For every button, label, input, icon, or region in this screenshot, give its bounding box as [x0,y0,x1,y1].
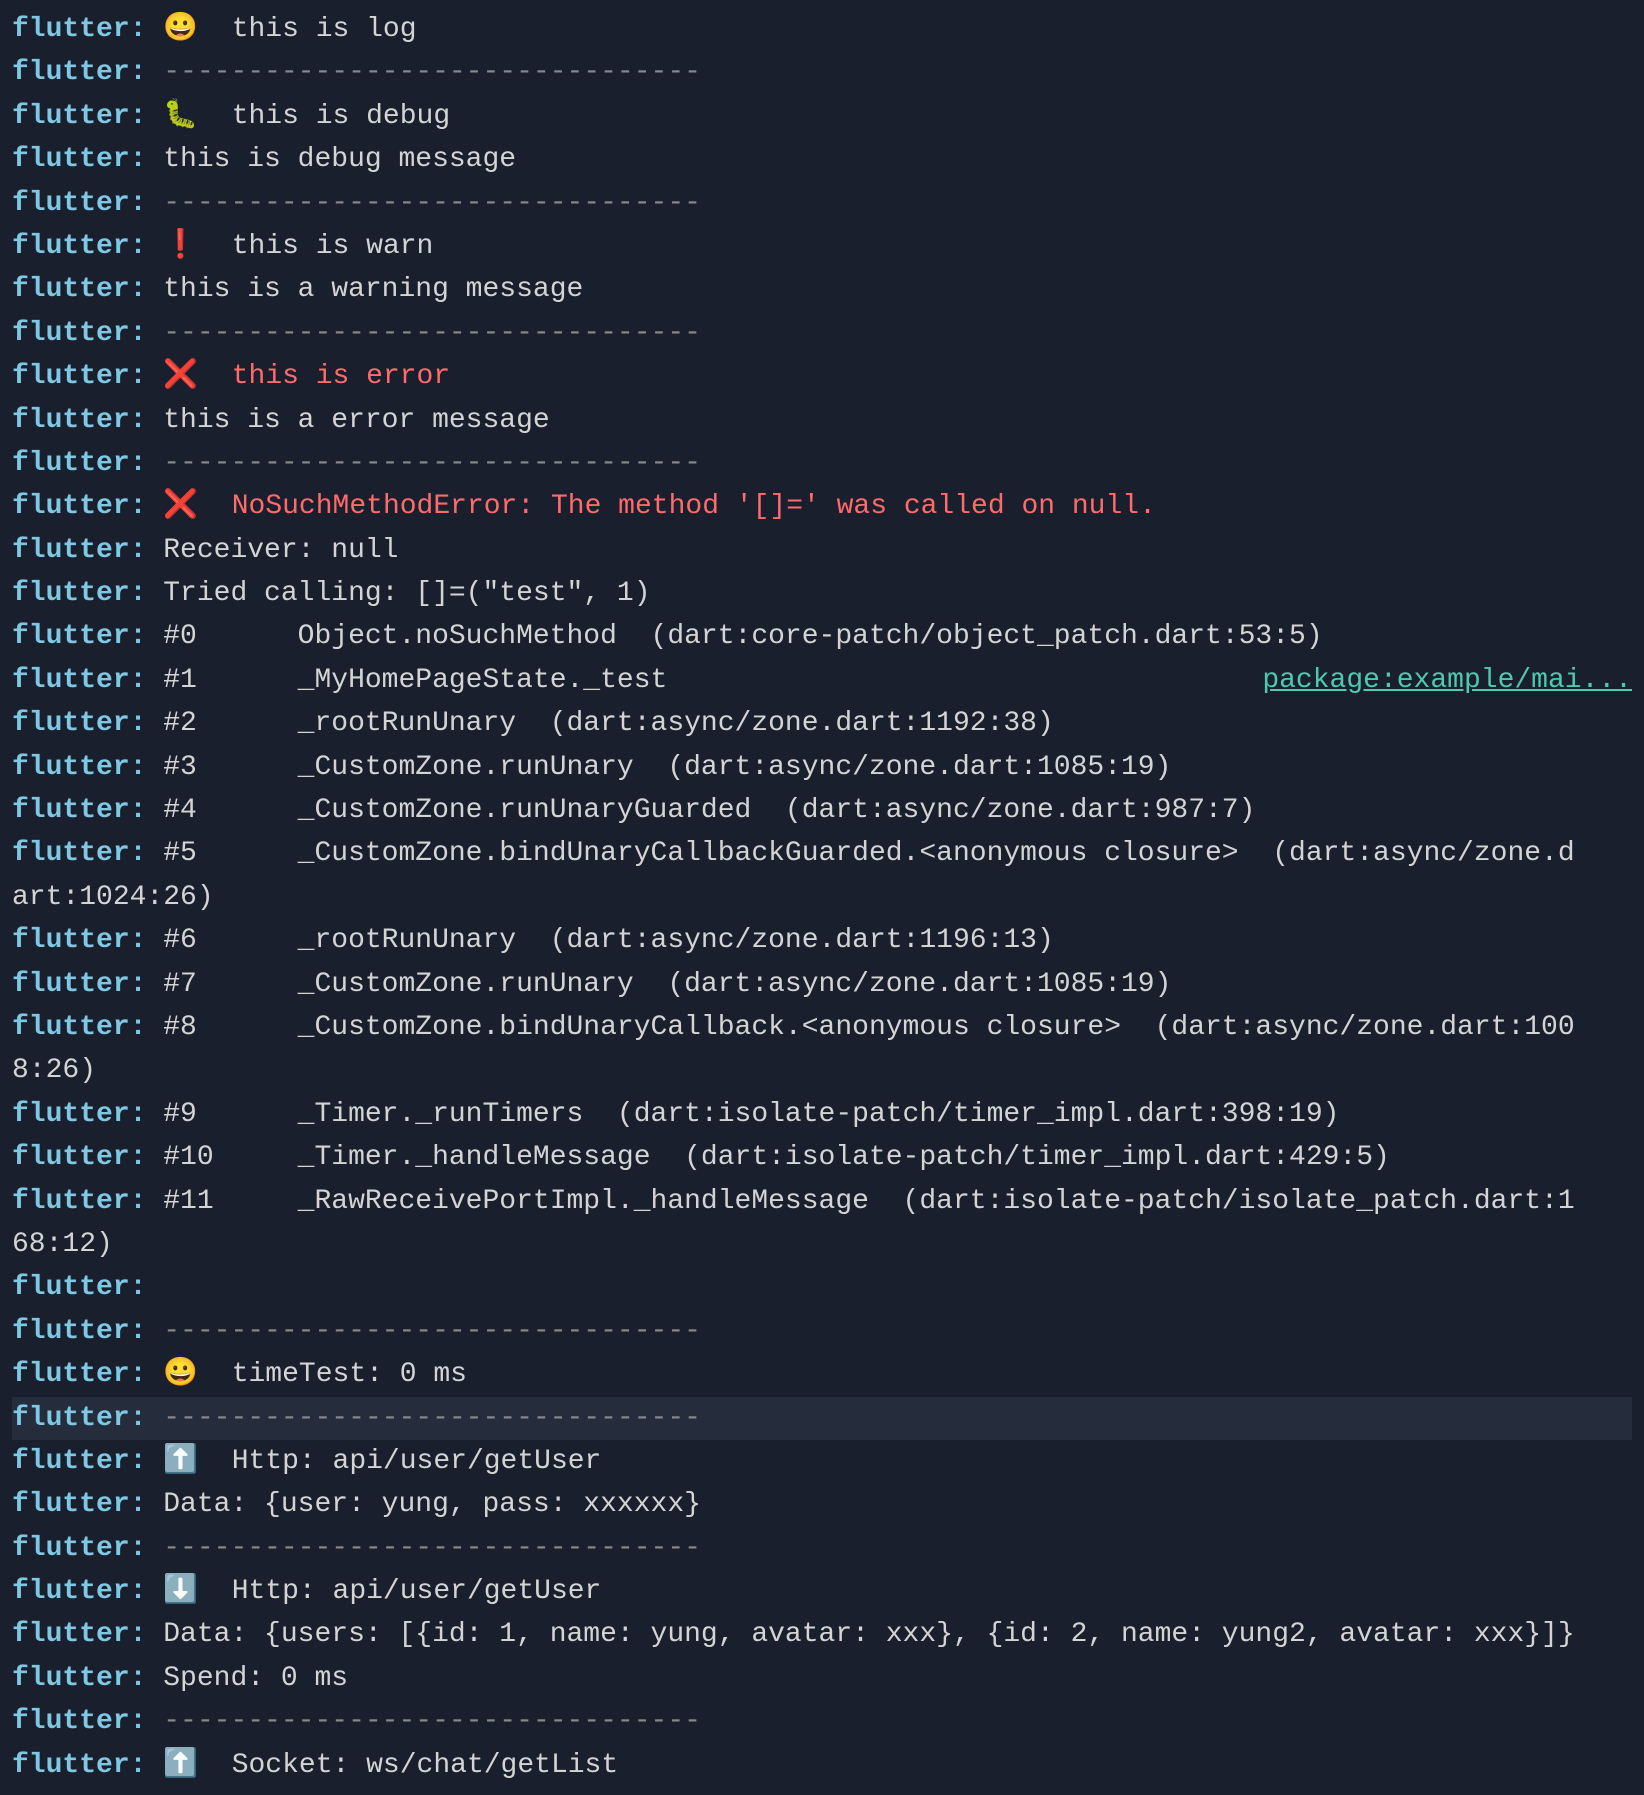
log-line: flutter: ❗ this is warn [12,225,1632,268]
log-line: flutter: 😀 timeTest: 0 ms [12,1353,1632,1396]
log-line: flutter: this is a error message [12,399,1632,442]
log-line: flutter: #4 _CustomZone.runUnaryGuarded … [12,789,1632,832]
log-line: flutter: ⬆️ Socket: ws/chat/getList [12,1744,1632,1787]
log-line: flutter: this is a warning message [12,268,1632,311]
log-line: 68:12) [12,1223,1632,1266]
log-line: flutter: #8 _CustomZone.bindUnaryCallbac… [12,1006,1632,1049]
log-line: flutter: #3 _CustomZone.runUnary (dart:a… [12,746,1632,789]
log-line: flutter: -------------------------------… [12,1700,1632,1743]
log-line: flutter: Data: {users: [{id: 1, name: yu… [12,1613,1632,1656]
log-line: flutter: #5 _CustomZone.bindUnaryCallbac… [12,832,1632,875]
log-line: flutter: #1 _MyHomePageState._testpackag… [12,659,1632,702]
log-line: flutter: -------------------------------… [12,1527,1632,1570]
log-line: flutter: ⬆️ Http: api/user/getUser [12,1440,1632,1483]
log-line: flutter: 🐛 this is debug [12,95,1632,138]
log-line: flutter: -------------------------------… [12,442,1632,485]
log-line: flutter: #9 _Timer._runTimers (dart:isol… [12,1093,1632,1136]
log-line: flutter: -------------------------------… [12,1310,1632,1353]
log-line: flutter: Spend: 0 ms [12,1657,1632,1700]
log-line: flutter: Data: {user: yung, pass: xxxxxx… [12,1483,1632,1526]
log-line: flutter: -------------------------------… [12,51,1632,94]
log-line: flutter: ❌ NoSuchMethodError: The method… [12,485,1632,528]
log-line: flutter: #7 _CustomZone.runUnary (dart:a… [12,963,1632,1006]
log-line: flutter: #11 _RawReceivePortImpl._handle… [12,1180,1632,1223]
log-line: flutter: -------------------------------… [12,1397,1632,1440]
log-line: flutter: ❌ this is error [12,355,1632,398]
log-line: flutter: [12,1266,1632,1309]
log-line: flutter: #2 _rootRunUnary (dart:async/zo… [12,702,1632,745]
log-line: flutter: 😀 this is log [12,8,1632,51]
log-line: flutter: -------------------------------… [12,182,1632,225]
log-line: flutter: this is debug message [12,138,1632,181]
log-line: flutter: #0 Object.noSuchMethod (dart:co… [12,615,1632,658]
log-line: flutter: Tried calling: []=("test", 1) [12,572,1632,615]
log-line: flutter: -------------------------------… [12,312,1632,355]
log-line: flutter: ⬇️ Http: api/user/getUser [12,1570,1632,1613]
log-line: flutter: #6 _rootRunUnary (dart:async/zo… [12,919,1632,962]
log-line: flutter: #10 _Timer._handleMessage (dart… [12,1136,1632,1179]
log-line: flutter: Receiver: null [12,529,1632,572]
log-line: art:1024:26) [12,876,1632,919]
log-container: flutter: 😀 this is logflutter: ---------… [12,8,1632,1787]
log-line: 8:26) [12,1049,1632,1092]
